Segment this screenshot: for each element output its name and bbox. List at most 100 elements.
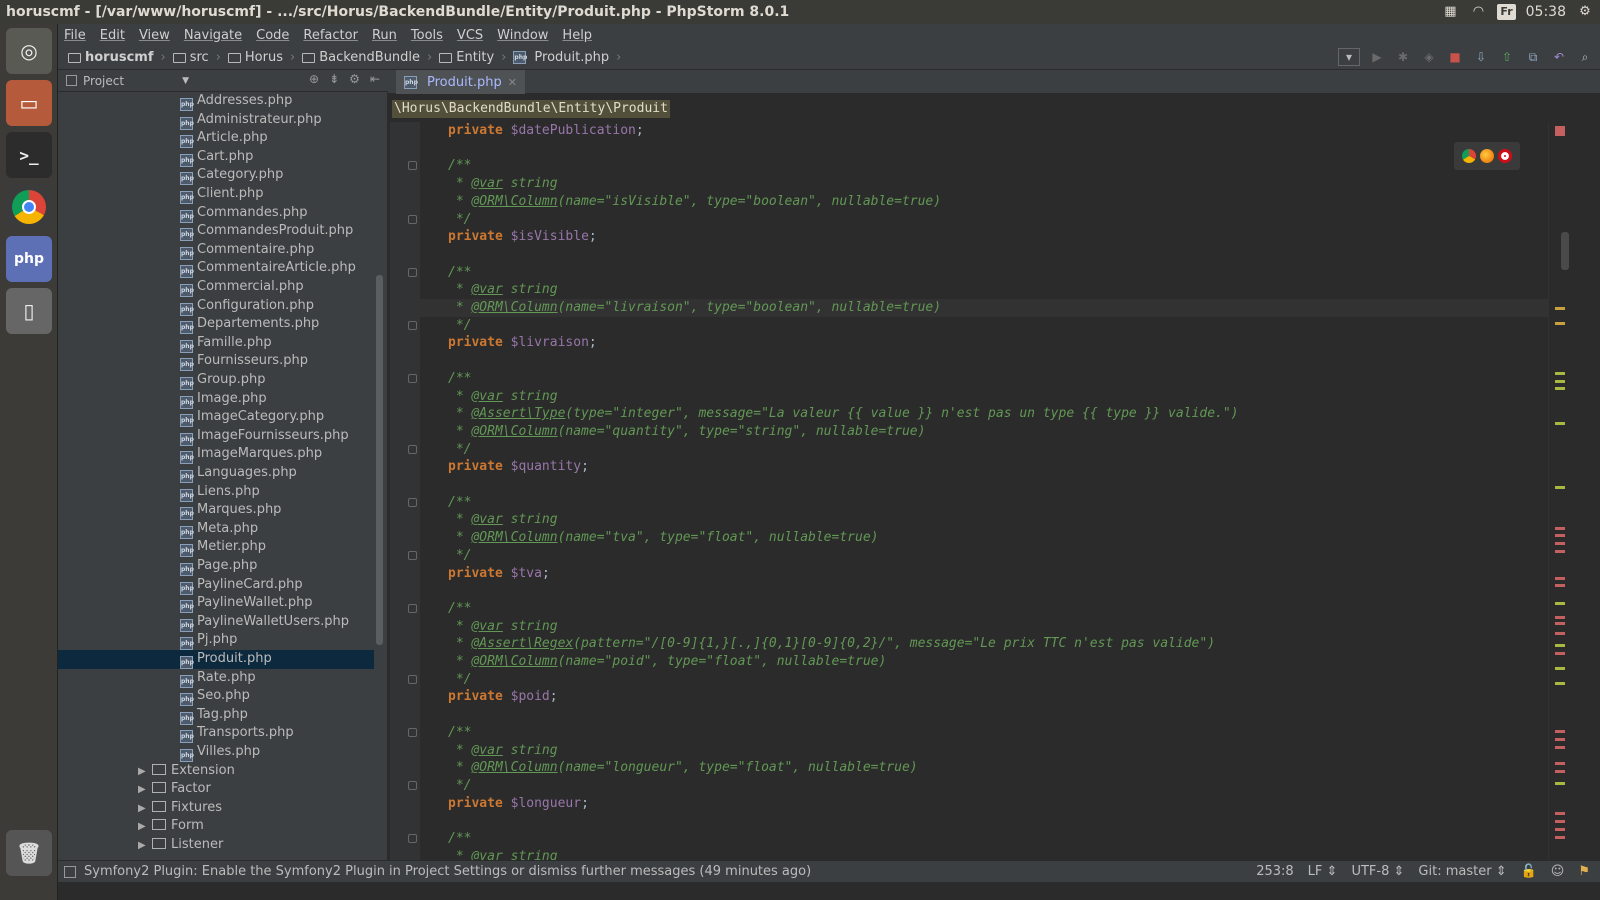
firefox-icon[interactable] xyxy=(1480,149,1494,163)
code-line[interactable]: */ xyxy=(448,317,472,335)
fold-marker-icon[interactable] xyxy=(408,373,417,383)
marker[interactable] xyxy=(1555,738,1565,741)
code-line[interactable]: * @var string xyxy=(448,281,558,299)
tree-file[interactable]: php Client.php xyxy=(58,185,374,204)
marker[interactable] xyxy=(1555,616,1565,619)
tree-folder[interactable]: ▶ Form xyxy=(58,817,374,836)
trash-icon[interactable]: 🗑 xyxy=(6,830,52,876)
error-indicator-icon[interactable] xyxy=(1555,126,1565,136)
namespace-breadcrumb[interactable]: \Horus\BackendBundle\Entity\Produit xyxy=(392,100,670,118)
tree-file[interactable]: php Group.php xyxy=(58,371,374,390)
tree-file[interactable]: php Pj.php xyxy=(58,631,374,651)
code-line[interactable]: * @Assert\Type(type="integer", message="… xyxy=(448,405,1239,423)
code-line[interactable]: private $isVisible; xyxy=(448,228,597,246)
file-encoding[interactable]: UTF-8 ⇕ xyxy=(1351,861,1404,883)
tree-file[interactable]: php PaylineCard.php xyxy=(58,576,374,595)
code-line[interactable]: /** xyxy=(448,600,471,618)
code-line[interactable]: /** xyxy=(448,157,471,175)
files-icon[interactable]: ▭ xyxy=(6,80,52,126)
status-message[interactable]: Symfony2 Plugin: Enable the Symfony2 Plu… xyxy=(84,864,811,879)
breadcrumb-entity[interactable]: Entity xyxy=(439,50,494,65)
expand-arrow-icon[interactable]: ▶ xyxy=(138,781,152,800)
tree-folder[interactable]: ▶ Factor xyxy=(58,780,374,799)
breadcrumb-backendbundle[interactable]: BackendBundle xyxy=(302,50,420,65)
marker[interactable] xyxy=(1555,812,1565,815)
code-line[interactable]: * @var string xyxy=(448,848,558,860)
vcs-commit-icon[interactable]: ⇧ xyxy=(1498,48,1516,66)
tree-file[interactable]: php Meta.php xyxy=(58,520,374,539)
terminal-icon[interactable]: >_ xyxy=(6,132,52,178)
debug-icon[interactable]: ✱ xyxy=(1394,48,1412,66)
vcs-update-icon[interactable]: ⇩ xyxy=(1472,48,1490,66)
opera-icon[interactable] xyxy=(1498,149,1512,163)
code-line[interactable]: /** xyxy=(448,830,471,848)
tree-file[interactable]: php ImageCategory.php xyxy=(58,408,374,428)
run-config-dropdown-icon[interactable]: ▾ xyxy=(1338,48,1360,66)
tree-file[interactable]: php Seo.php xyxy=(58,687,374,707)
code-line[interactable]: * @var string xyxy=(448,175,558,193)
marker[interactable] xyxy=(1555,836,1565,839)
menu-view[interactable]: View xyxy=(139,28,170,43)
menu-tools[interactable]: Tools xyxy=(411,28,443,43)
menu-file[interactable]: File xyxy=(64,28,86,43)
clock[interactable]: 05:38 xyxy=(1526,0,1566,24)
tree-file[interactable]: php Image.php xyxy=(58,390,374,409)
drive-icon[interactable]: ▯ xyxy=(6,288,52,334)
code-line[interactable]: * @var string xyxy=(448,511,558,529)
tree-folder[interactable]: ▶ Extension xyxy=(58,762,374,781)
marker[interactable] xyxy=(1555,782,1565,785)
fold-marker-icon[interactable] xyxy=(408,674,417,684)
code-line[interactable]: */ xyxy=(448,777,472,795)
marker[interactable] xyxy=(1555,770,1565,773)
search-icon[interactable]: ⌕ xyxy=(1576,48,1594,66)
caret-position[interactable]: 253:8 xyxy=(1256,861,1293,883)
code-line[interactable]: */ xyxy=(448,547,472,565)
marker[interactable] xyxy=(1555,534,1565,537)
menu-edit[interactable]: Edit xyxy=(100,28,125,43)
breadcrumb-src[interactable]: src xyxy=(172,50,209,65)
workspace-switcher-icon[interactable]: ▦ xyxy=(1441,4,1459,20)
tree-file[interactable]: php Administrateur.php xyxy=(58,111,374,130)
fold-marker-icon[interactable] xyxy=(408,444,417,454)
code-line[interactable]: /** xyxy=(448,264,471,282)
run-icon[interactable]: ▶ xyxy=(1368,48,1386,66)
code-line[interactable]: * @var string xyxy=(448,388,558,406)
code-line[interactable]: */ xyxy=(448,671,472,689)
menu-refactor[interactable]: Refactor xyxy=(303,28,358,43)
editor-tab[interactable]: php Produit.php ✕ xyxy=(396,70,525,94)
menu-navigate[interactable]: Navigate xyxy=(184,28,242,43)
code-line[interactable]: /** xyxy=(448,724,471,742)
code-line[interactable]: private $longueur; xyxy=(448,795,589,813)
marker[interactable] xyxy=(1555,372,1565,375)
editor-gutter[interactable] xyxy=(390,122,420,860)
fold-marker-icon[interactable] xyxy=(408,497,417,507)
marker[interactable] xyxy=(1555,387,1565,390)
fold-marker-icon[interactable] xyxy=(408,267,417,277)
marker[interactable] xyxy=(1555,380,1565,383)
event-log-icon[interactable]: ⚑ xyxy=(1578,861,1590,883)
code-line[interactable]: * @ORM\Column(name="livraison", type="bo… xyxy=(420,299,1548,317)
marker[interactable] xyxy=(1555,542,1565,545)
marker[interactable] xyxy=(1555,577,1565,580)
coverage-icon[interactable]: ◈ xyxy=(1420,48,1438,66)
menu-window[interactable]: Window xyxy=(497,28,548,43)
expand-arrow-icon[interactable]: ▶ xyxy=(138,818,152,837)
tree-file[interactable]: php Departements.php xyxy=(58,315,374,335)
fold-marker-icon[interactable] xyxy=(408,550,417,560)
tree-folder[interactable]: ▶ Fixtures xyxy=(58,799,374,818)
code-line[interactable]: * @ORM\Column(name="isVisible", type="bo… xyxy=(448,193,941,211)
tree-file[interactable]: php Commandes.php xyxy=(58,204,374,223)
scroll-from-source-icon[interactable]: ⊕ xyxy=(309,72,319,86)
marker[interactable] xyxy=(1555,667,1565,670)
breadcrumb-file[interactable]: php Produit.php xyxy=(513,50,609,65)
tree-scrollbar[interactable] xyxy=(376,275,383,645)
marker[interactable] xyxy=(1555,486,1565,489)
tree-file[interactable]: php Fournisseurs.php xyxy=(58,352,374,372)
code-line[interactable]: * @ORM\Column(name="quantity", type="str… xyxy=(448,423,926,441)
code-line[interactable]: * @var string xyxy=(448,742,558,760)
tree-file[interactable]: php ImageMarques.php xyxy=(58,445,374,465)
tree-file[interactable]: php CommandesProduit.php xyxy=(58,222,374,242)
code-line[interactable]: private $livraison; xyxy=(448,334,597,352)
collapse-all-icon[interactable]: ⇟ xyxy=(329,72,339,86)
menu-run[interactable]: Run xyxy=(372,28,397,43)
